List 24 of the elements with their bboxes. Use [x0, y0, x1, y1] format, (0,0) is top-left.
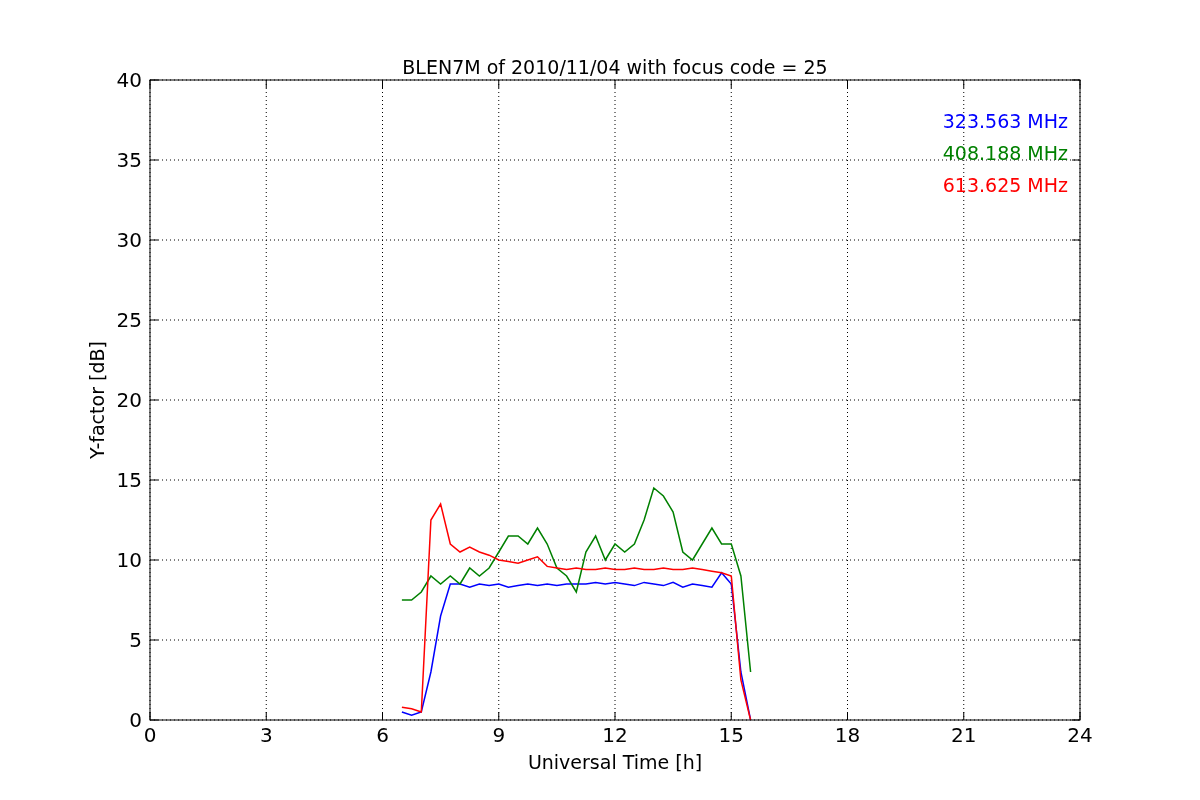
- legend-label: 613.625 MHz: [942, 174, 1068, 196]
- legend-label: 323.563 MHz: [942, 110, 1068, 132]
- tick-label: 40: [116, 68, 142, 92]
- tick-label: 30: [116, 228, 142, 252]
- legend-label: 408.188 MHz: [942, 142, 1068, 164]
- tick-label: 15: [116, 468, 142, 492]
- tick-label: 20: [116, 388, 142, 412]
- x-axis-label: Universal Time [h]: [527, 751, 703, 773]
- tick-label: 21: [951, 723, 977, 747]
- tick-label: 12: [602, 723, 628, 747]
- tick-label: 3: [259, 723, 273, 747]
- tick-label: 10: [116, 548, 142, 572]
- tick-label: 0: [129, 708, 142, 732]
- tick-label: 25: [116, 308, 142, 332]
- tick-label: 5: [129, 628, 142, 652]
- chart-title: BLEN7M of 2010/11/04 with focus code = 25: [402, 56, 828, 78]
- tick-label: 0: [143, 723, 157, 747]
- tick-label: 24: [1067, 723, 1093, 747]
- tick-label: 35: [116, 148, 142, 172]
- tick-label: 6: [376, 723, 389, 747]
- tick-label: 15: [718, 723, 744, 747]
- tick-label: 18: [834, 723, 861, 747]
- tick-label: 9: [492, 723, 506, 747]
- y-axis-label: Y-factor [dB]: [86, 341, 108, 459]
